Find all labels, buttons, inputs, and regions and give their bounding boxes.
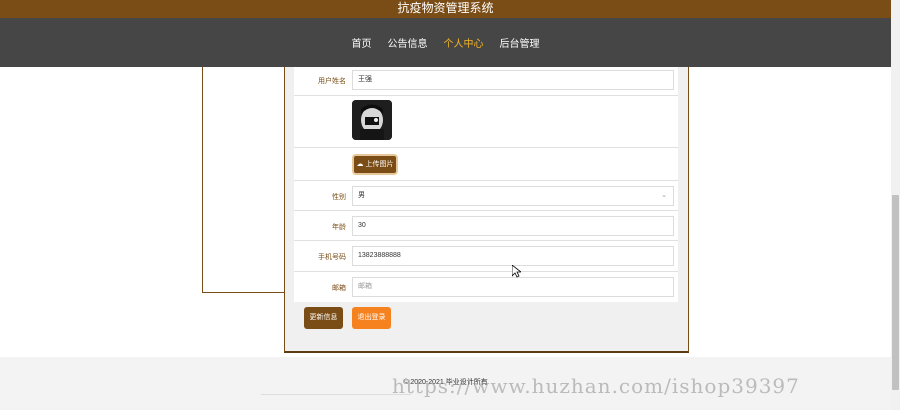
age-row: 年龄 30 [294,211,678,241]
upload-row: ☁ 上传图片 [294,148,678,181]
scrollbar-thumb[interactable] [892,195,899,390]
email-row: 邮箱 邮箱 [294,272,678,302]
phone-label: 手机号码 [318,254,346,261]
phone-row: 手机号码 13823888888 [294,241,678,272]
avatar [352,100,392,140]
upload-button-label: 上传图片 [365,161,394,168]
logout-button[interactable]: 退出登录 [352,307,391,329]
side-menu-frame [202,67,284,293]
nav-item-personal-center[interactable]: 个人中心 [444,35,484,50]
chevron-down-icon: ⌄ [661,192,667,199]
gender-row: 性别 男 ⌄ [294,181,678,211]
email-label: 邮箱 [332,285,346,292]
name-field[interactable]: 王强 [352,70,674,90]
profile-panel: 用户姓名 王强 ☁ 上传图片 性别 男 ⌄ 年龄 30 手机号码 1382388… [284,67,689,353]
age-label: 年龄 [332,224,346,231]
gender-label: 性别 [332,194,346,201]
footer-divider [261,394,411,395]
profile-form: 用户姓名 王强 ☁ 上传图片 性别 男 ⌄ 年龄 30 手机号码 1382388… [294,67,678,302]
age-field[interactable]: 30 [352,216,674,236]
nav-item-announcements[interactable]: 公告信息 [388,35,428,50]
upload-image-button[interactable]: ☁ 上传图片 [352,154,398,175]
main-nav: 首页 公告信息 个人中心 后台管理 [0,18,891,67]
phone-field[interactable]: 13823888888 [352,246,674,266]
gender-value: 男 [358,192,365,199]
cloud-upload-icon: ☁ [356,161,364,168]
mouse-cursor-icon [511,264,523,281]
name-row: 用户姓名 王强 [294,67,678,96]
page-scrollbar[interactable] [891,0,900,410]
update-info-button[interactable]: 更新信息 [304,307,343,329]
app-title: 抗疫物资管理系统 [0,0,891,18]
nav-item-admin[interactable]: 后台管理 [500,35,540,50]
watermark: https://www.huzhan.com/ishop39397 [392,374,800,398]
gender-select[interactable]: 男 ⌄ [352,186,674,206]
avatar-row [294,96,678,148]
name-label: 用户姓名 [318,78,346,85]
nav-item-home[interactable]: 首页 [352,35,372,50]
